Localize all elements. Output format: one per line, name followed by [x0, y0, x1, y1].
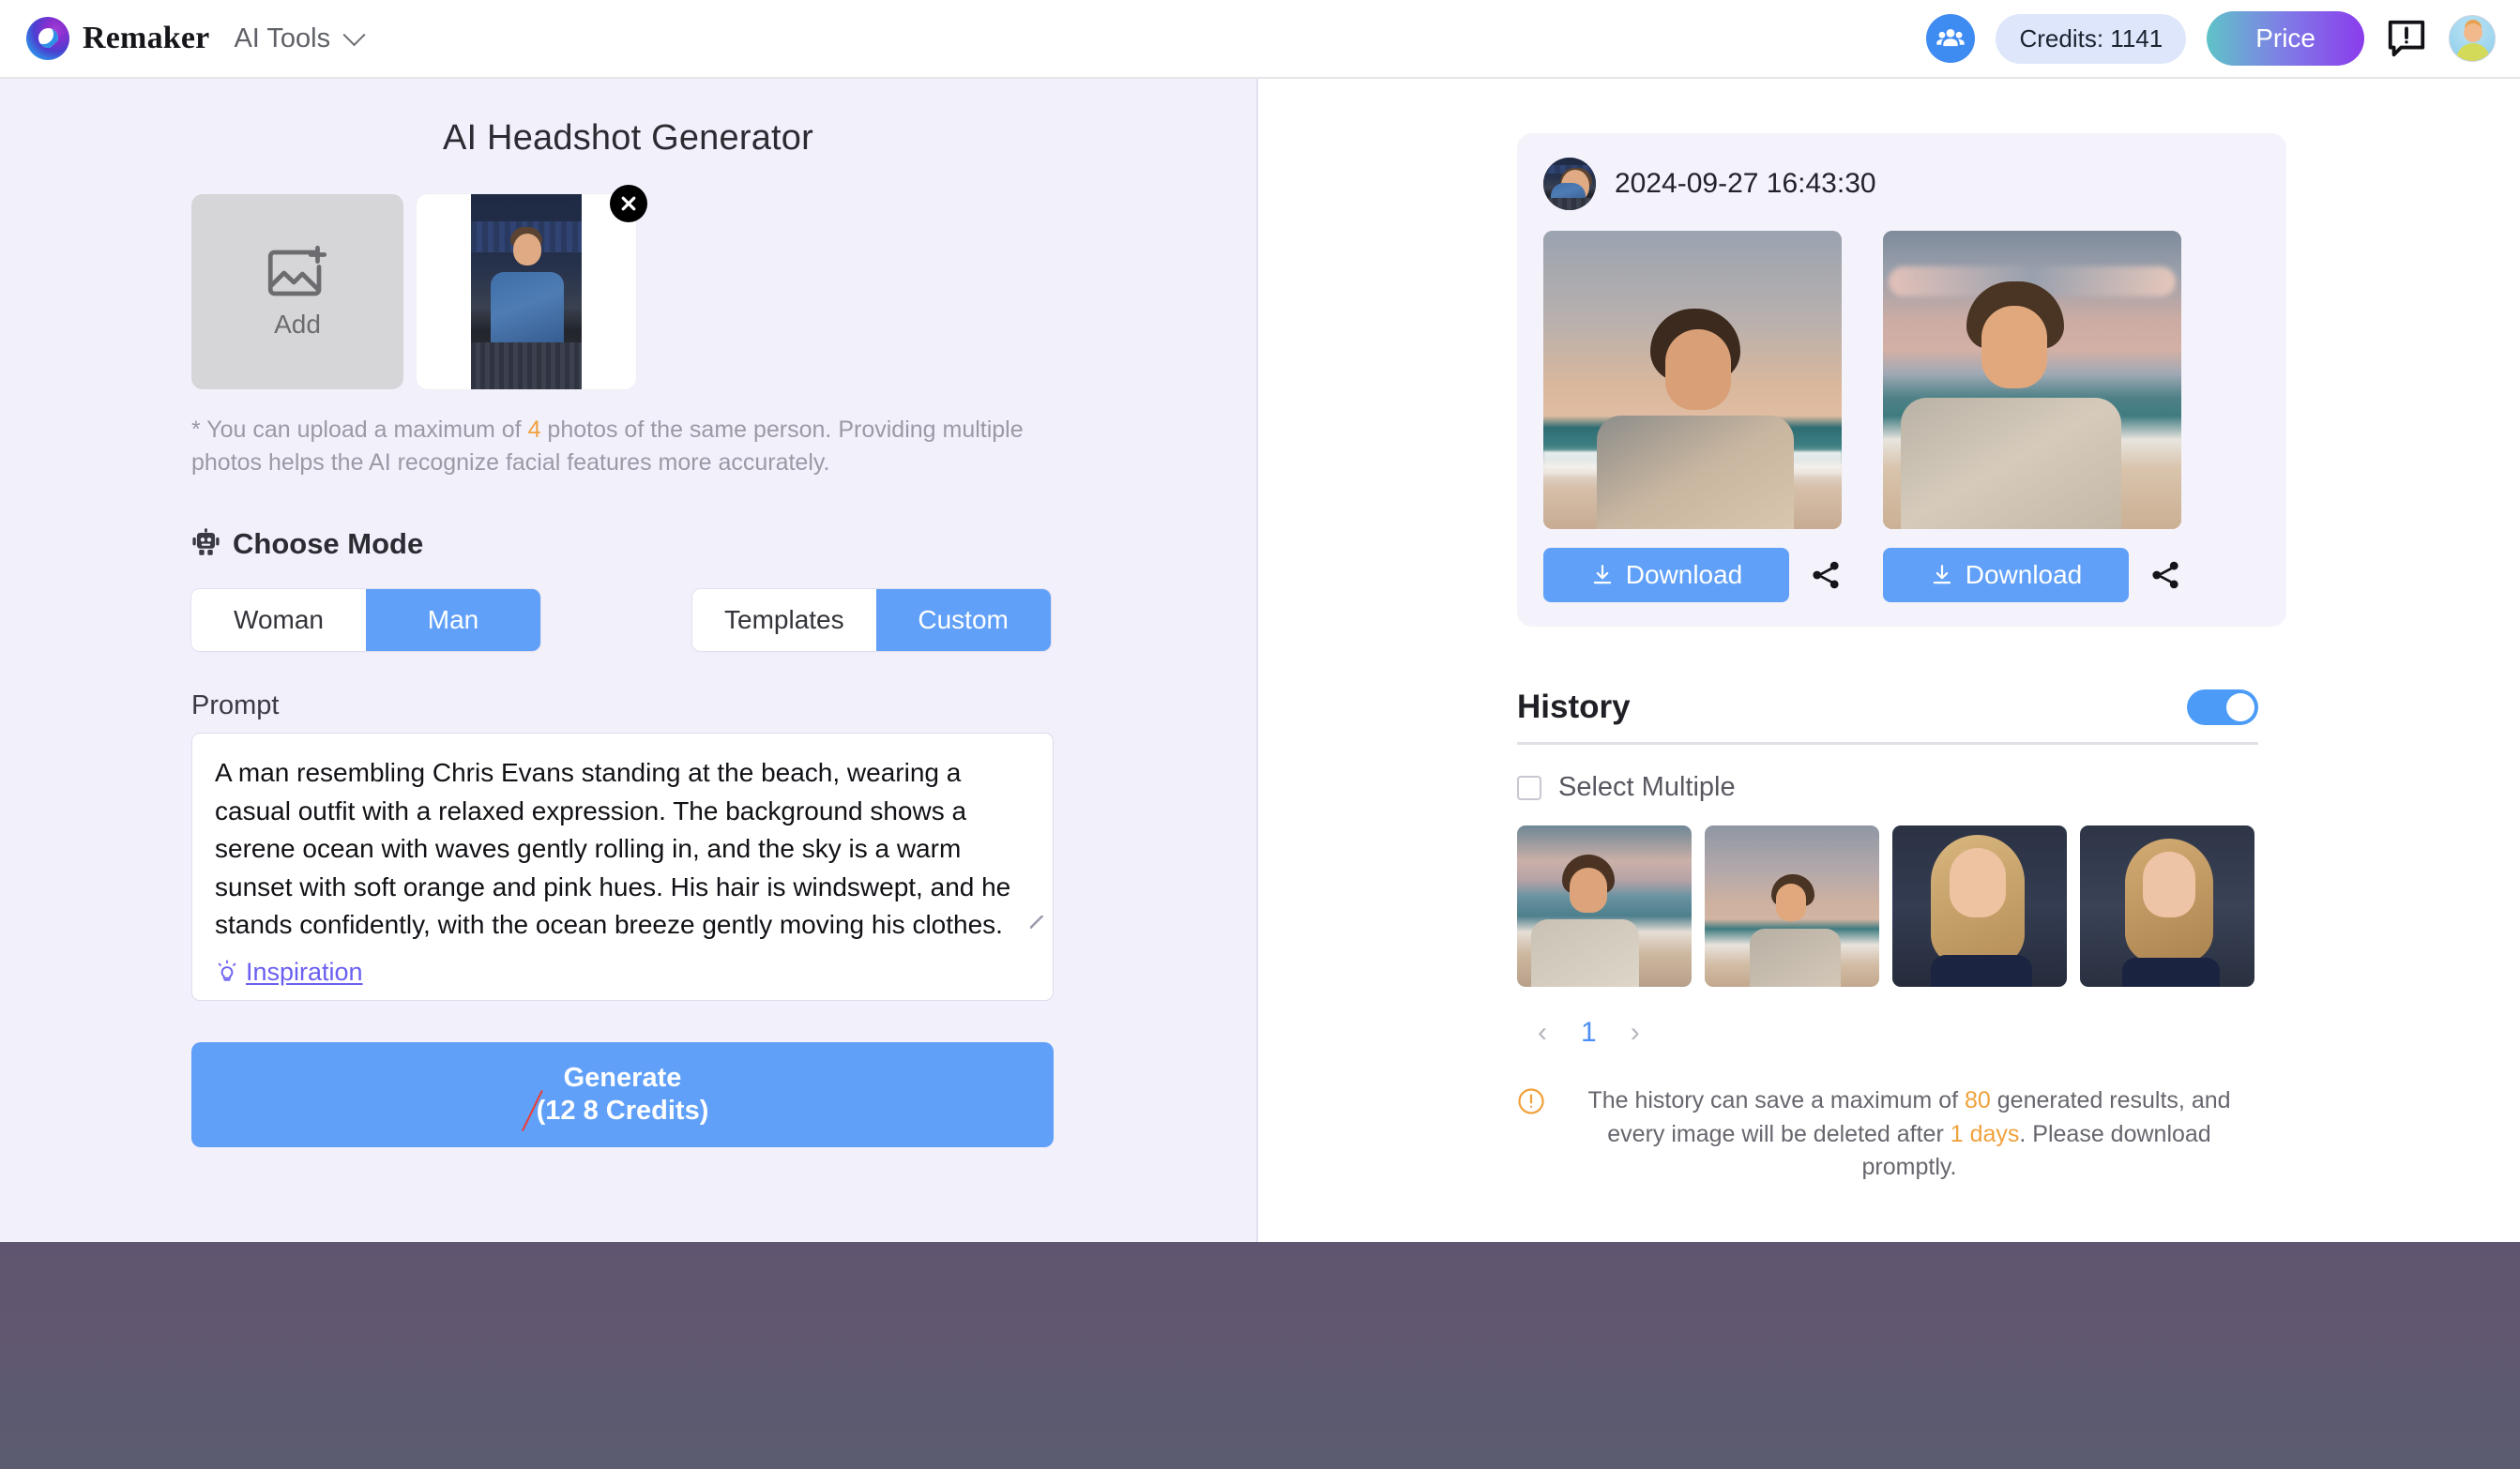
- result-actions: Download: [1883, 548, 2181, 602]
- upload-note-max: 4: [527, 416, 541, 443]
- page-title: AI Headshot Generator: [443, 118, 813, 158]
- nav-ai-tools[interactable]: AI Tools: [234, 23, 366, 54]
- history-note: The history can save a maximum of 80 gen…: [1517, 1084, 2258, 1185]
- bottom-strip: [0, 1242, 2520, 1469]
- history-divider: [1517, 742, 2258, 745]
- prompt-input[interactable]: A man resembling Chris Evans standing at…: [215, 754, 1030, 945]
- feedback-icon[interactable]: [2385, 17, 2428, 60]
- upload-note: * You can upload a maximum of 4 photos o…: [191, 414, 1064, 478]
- download-icon: [1593, 565, 1611, 584]
- select-multiple-checkbox[interactable]: [1517, 775, 1541, 800]
- download-button-1[interactable]: Download: [1543, 548, 1789, 602]
- generated-image-1[interactable]: [1543, 231, 1842, 529]
- uploaded-photo: [471, 194, 582, 389]
- pagination-prev[interactable]: ‹: [1538, 1017, 1547, 1049]
- result-timestamp: 2024-09-27 16:43:30: [1615, 168, 1876, 199]
- lightbulb-icon: [218, 960, 236, 982]
- result-header: 2024-09-27 16:43:30: [1543, 158, 2260, 210]
- paren-close: ): [699, 1095, 709, 1126]
- main-body: AI Headshot Generator Add * You can uplo…: [0, 79, 2520, 1242]
- mode-segments: Woman Man Templates Custom: [191, 589, 1256, 651]
- app-root: Remaker AI Tools Credits: 1141 Price AI …: [0, 0, 2520, 1469]
- result-source-avatar: [1543, 158, 1596, 210]
- history-title: History: [1517, 689, 1631, 725]
- left-panel: AI Headshot Generator Add * You can uplo…: [0, 79, 1258, 1242]
- generate-button[interactable]: Generate (12 8 Credits): [191, 1041, 1054, 1147]
- remove-photo-button[interactable]: [610, 185, 647, 222]
- select-multiple-row[interactable]: Select Multiple: [1517, 772, 2258, 803]
- history-grid: [1517, 825, 2258, 987]
- header-actions: Credits: 1141 Price: [1926, 11, 2496, 66]
- brand-name: Remaker: [83, 21, 210, 55]
- result-card: 2024-09-27 16:43:30 Download Download: [1517, 133, 2286, 627]
- share-button-2[interactable]: [2149, 559, 2181, 591]
- pagination: ‹ 1 ›: [1538, 1017, 2258, 1049]
- add-image-icon: [267, 245, 327, 296]
- robot-icon: [191, 527, 220, 561]
- brand[interactable]: Remaker: [26, 17, 209, 60]
- share-button-1[interactable]: [1810, 559, 1842, 591]
- upload-note-pre: * You can upload a maximum of: [191, 416, 528, 443]
- history-section: History Select Multiple ‹ 1 › The histor…: [1517, 689, 2258, 1185]
- history-thumb-4[interactable]: [2080, 825, 2254, 987]
- segment-man[interactable]: Man: [366, 589, 540, 651]
- inspiration-label: Inspiration: [246, 957, 363, 986]
- top-header: Remaker AI Tools Credits: 1141 Price: [0, 0, 2520, 79]
- remaker-logo: [26, 17, 69, 60]
- download-label: Download: [1625, 560, 1743, 589]
- result-item: Download: [1543, 231, 1842, 602]
- team-icon[interactable]: [1926, 14, 1976, 63]
- download-icon: [1933, 565, 1951, 584]
- style-segment: Templates Custom: [692, 589, 1051, 651]
- prompt-box[interactable]: A man resembling Chris Evans standing at…: [191, 733, 1054, 1001]
- history-note-text: The history can save a maximum of 80 gen…: [1560, 1084, 2258, 1185]
- generate-new-price: 8 Credits: [575, 1095, 700, 1126]
- pagination-next[interactable]: ›: [1631, 1017, 1640, 1049]
- uploaded-photo-tile[interactable]: [417, 185, 647, 389]
- note-max: 80: [1965, 1087, 1991, 1113]
- choose-mode-header: Choose Mode: [191, 527, 1256, 561]
- close-icon: [621, 196, 636, 211]
- credits-badge[interactable]: Credits: 1141: [1996, 13, 2187, 64]
- choose-mode-title: Choose Mode: [233, 527, 424, 560]
- pagination-page-1[interactable]: 1: [1581, 1017, 1597, 1049]
- upload-row: Add: [191, 185, 1256, 389]
- inspiration-link[interactable]: Inspiration: [215, 958, 1030, 987]
- resize-handle[interactable]: [1030, 915, 1043, 929]
- segment-custom[interactable]: Custom: [875, 589, 1051, 651]
- history-toggle[interactable]: [2187, 689, 2258, 725]
- download-label: Download: [1965, 560, 2083, 589]
- chevron-down-icon: [342, 23, 366, 46]
- price-button[interactable]: Price: [2207, 11, 2364, 66]
- generate-price: (12 8 Credits): [537, 1096, 709, 1127]
- generate-label: Generate: [563, 1062, 682, 1093]
- note-days: 1 days: [1950, 1120, 2020, 1147]
- add-photo-button[interactable]: Add: [191, 194, 403, 389]
- right-panel: 2024-09-27 16:43:30 Download Download Hi…: [1258, 79, 2520, 1242]
- result-item: Download: [1883, 231, 2181, 602]
- segment-templates[interactable]: Templates: [692, 589, 876, 651]
- note-pre: The history can save a maximum of: [1587, 1087, 1965, 1113]
- prompt-label: Prompt: [191, 690, 280, 720]
- gender-segment: Woman Man: [191, 589, 540, 651]
- history-thumb-2[interactable]: [1705, 825, 1879, 987]
- share-icon: [2152, 561, 2178, 589]
- generate-old-price: 12: [545, 1095, 576, 1126]
- generated-image-2[interactable]: [1883, 231, 2181, 529]
- result-grid: Download Download: [1543, 231, 2260, 602]
- add-photo-label: Add: [274, 310, 321, 339]
- segment-woman[interactable]: Woman: [191, 589, 366, 651]
- history-thumb-1[interactable]: [1517, 825, 1692, 987]
- select-multiple-label: Select Multiple: [1558, 772, 1736, 802]
- nav-ai-tools-label: AI Tools: [234, 23, 331, 53]
- download-button-2[interactable]: Download: [1883, 548, 2129, 602]
- warning-icon: [1517, 1087, 1545, 1115]
- result-actions: Download: [1543, 548, 1842, 602]
- history-header: History: [1517, 689, 2258, 726]
- share-icon: [1813, 561, 1839, 589]
- user-avatar[interactable]: [2449, 15, 2496, 62]
- history-thumb-3[interactable]: [1892, 825, 2067, 987]
